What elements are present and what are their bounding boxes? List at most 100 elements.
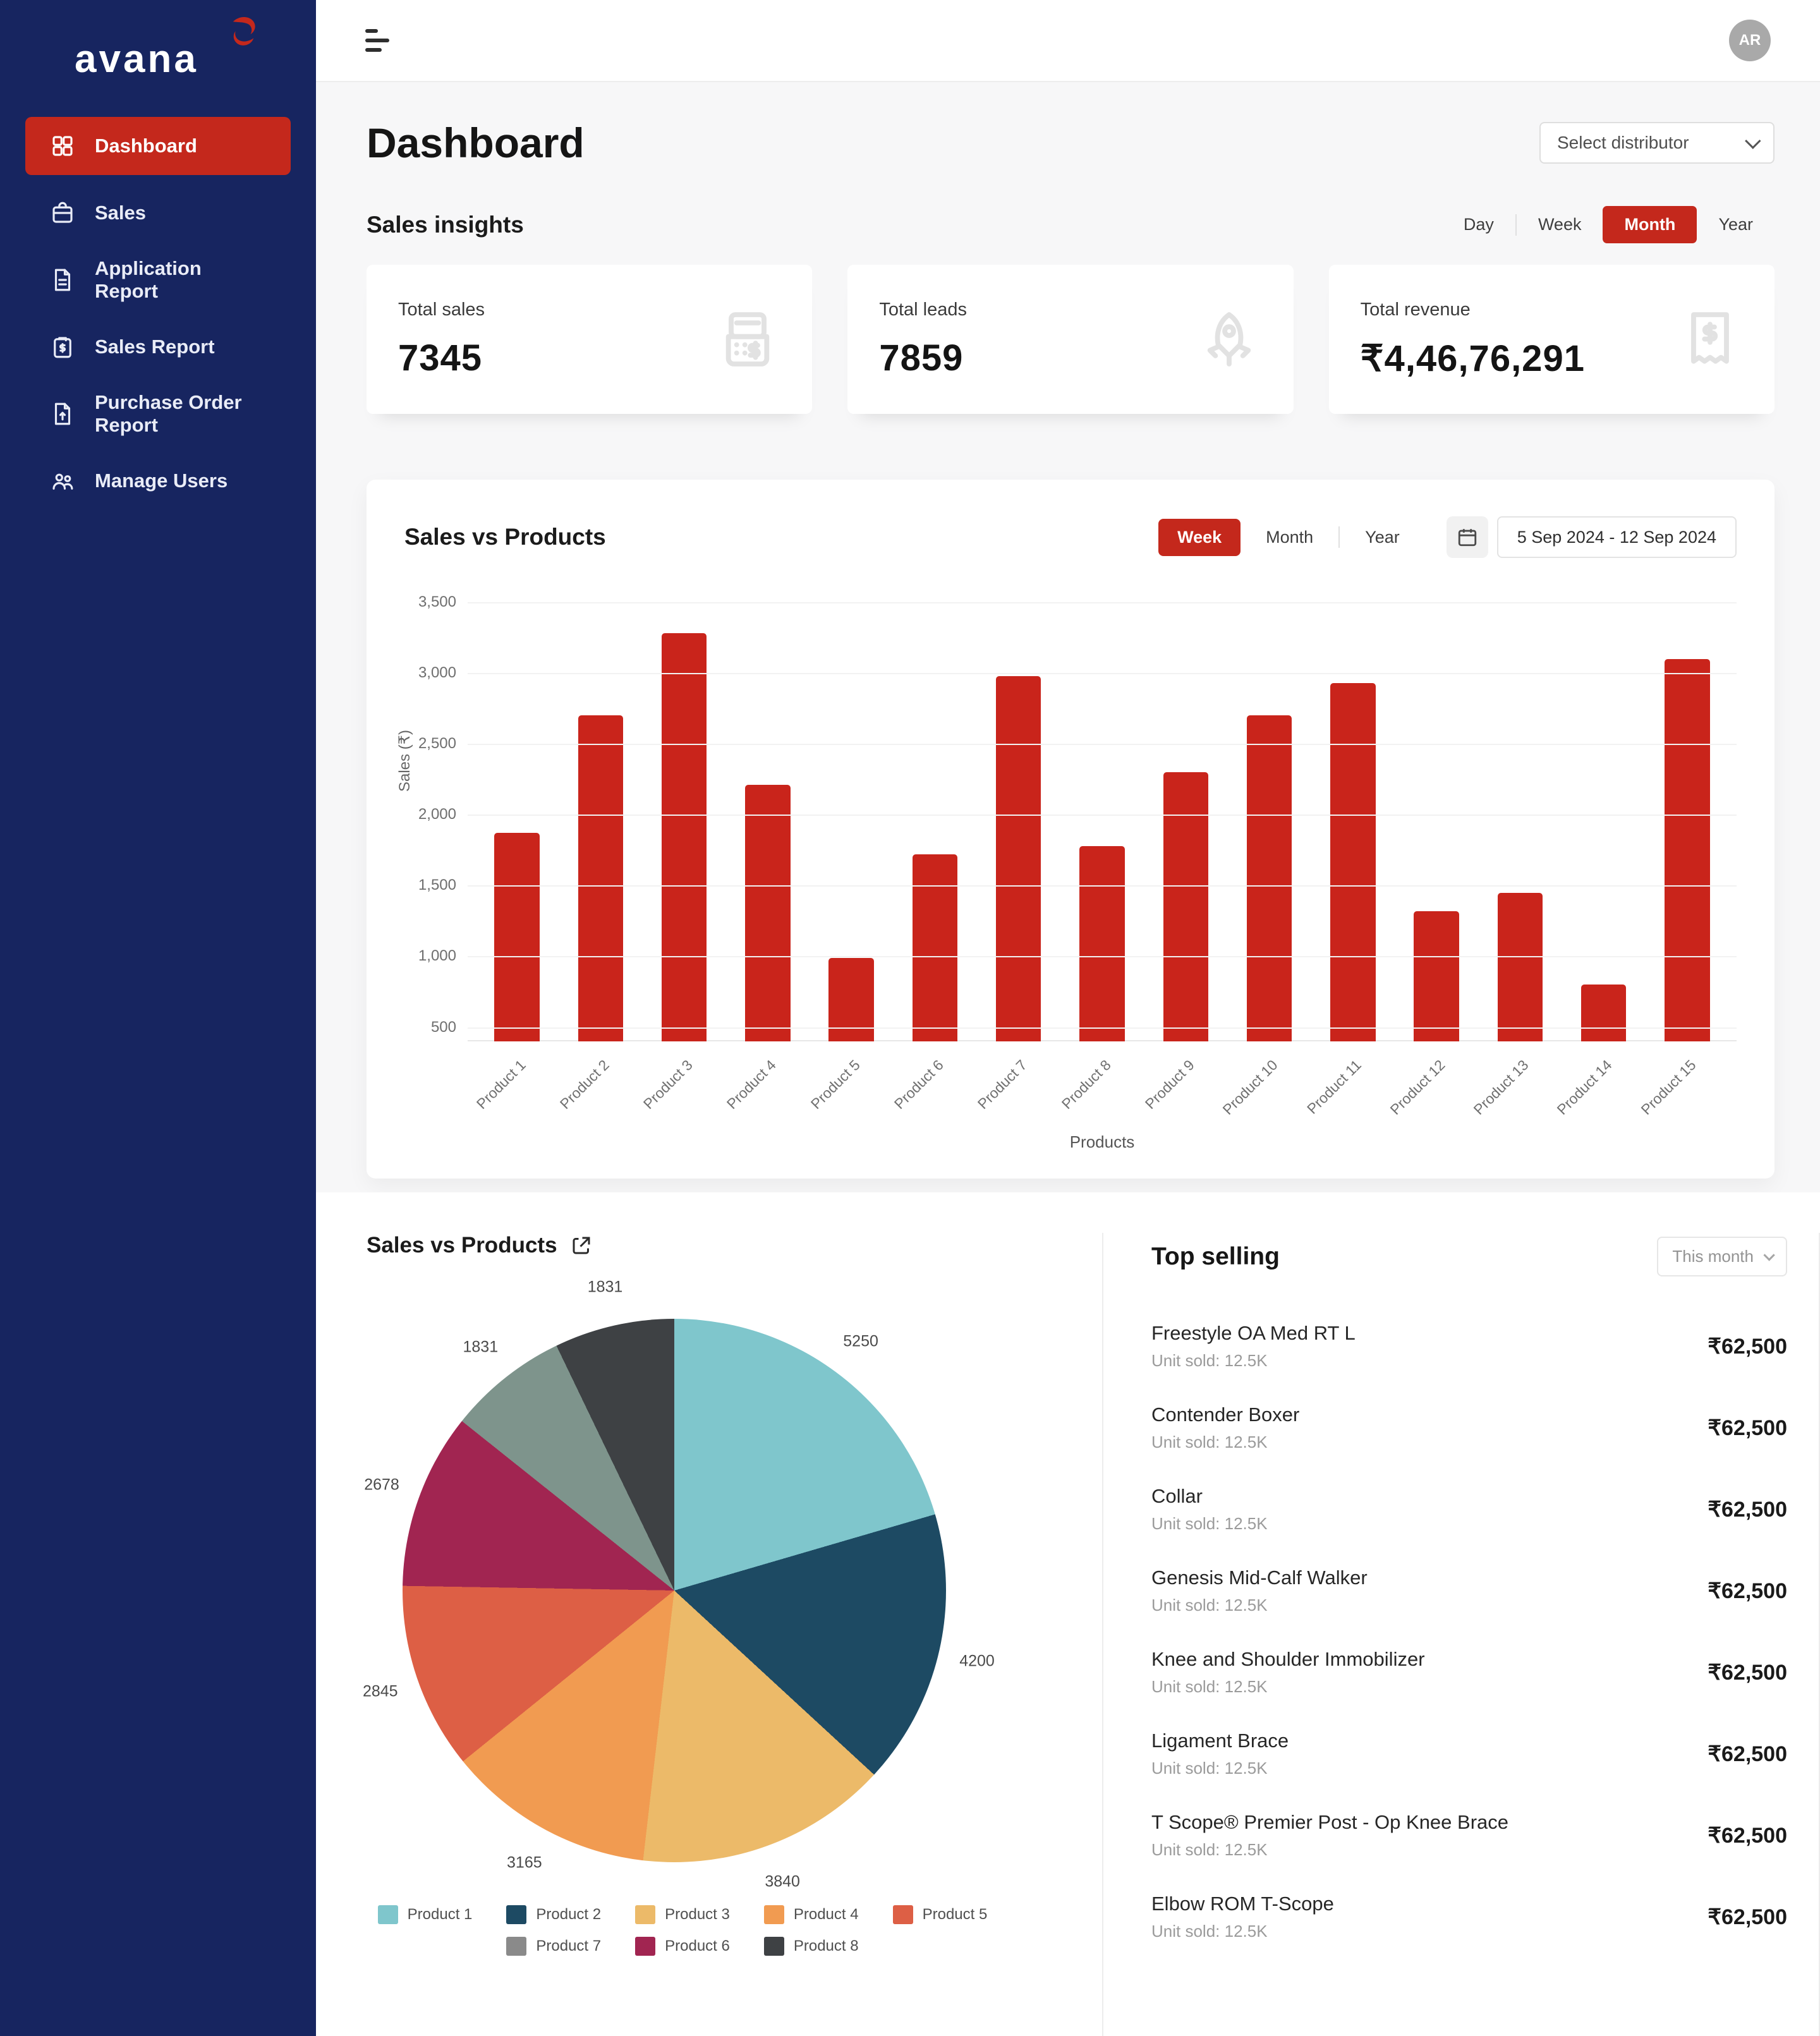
- y-tick-label: 2,500: [418, 735, 456, 753]
- product-price: ₹62,500: [1708, 1334, 1787, 1359]
- chevron-down-icon: [1745, 133, 1761, 148]
- calendar-icon: [1457, 526, 1478, 548]
- y-tick-label: 1,000: [418, 947, 456, 965]
- legend-swatch: [635, 1905, 655, 1924]
- gridline: [468, 673, 1737, 674]
- product-units: Unit sold: 12.5K: [1151, 1433, 1299, 1452]
- product-units: Unit sold: 12.5K: [1151, 1514, 1268, 1534]
- x-tick-label: Product 13: [1471, 1057, 1532, 1118]
- y-tick-label: 3,000: [418, 664, 456, 682]
- top-selling-panel: Top selling This month Freestyle OA Med …: [1102, 1233, 1820, 2036]
- legend-item-product-2: Product 2: [506, 1905, 601, 1924]
- bar-chart-tab-year[interactable]: Year: [1346, 519, 1419, 556]
- top-selling-filter-label: This month: [1672, 1247, 1754, 1266]
- sidebar-item-manage-users[interactable]: Manage Users: [25, 452, 291, 510]
- product-price: ₹62,500: [1708, 1579, 1787, 1604]
- product-units: Unit sold: 12.5K: [1151, 1351, 1356, 1371]
- pie-value-label-product-5: 2845: [363, 1683, 398, 1701]
- legend-item-product-3: Product 3: [635, 1905, 730, 1924]
- top-selling-item[interactable]: Contender Boxer Unit sold: 12.5K ₹62,500: [1151, 1387, 1787, 1469]
- insights-tab-month[interactable]: Month: [1603, 206, 1697, 243]
- x-tick-label: Product 3: [640, 1057, 696, 1113]
- pie-circle: [403, 1319, 946, 1862]
- bar-product-10[interactable]: [1247, 715, 1292, 1041]
- x-tick-label: Product 6: [891, 1057, 947, 1113]
- x-tick: Product 3: [643, 1041, 726, 1136]
- top-selling-item[interactable]: Genesis Mid-Calf Walker Unit sold: 12.5K…: [1151, 1550, 1787, 1632]
- sidebar-item-dashboard[interactable]: Dashboard: [25, 117, 291, 175]
- bar-chart-tab-month[interactable]: Month: [1247, 519, 1332, 556]
- distributor-select[interactable]: Select distributor: [1539, 122, 1774, 164]
- bar-product-13[interactable]: [1498, 893, 1543, 1041]
- insights-tab-week[interactable]: Week: [1517, 206, 1603, 243]
- bar-product-14[interactable]: [1581, 985, 1626, 1041]
- sidebar-item-purchase-order-report[interactable]: Purchase Order Report: [25, 385, 291, 443]
- bar-column-8: [1060, 602, 1144, 1041]
- bar-product-4[interactable]: [745, 785, 790, 1041]
- x-tick: Product 15: [1646, 1041, 1729, 1136]
- stat-card-total-leads: Total leads 7859: [847, 265, 1293, 414]
- sidebar-item-sales-report[interactable]: Sales Report: [25, 318, 291, 376]
- bar-column-2: [559, 602, 642, 1041]
- top-selling-item[interactable]: Collar Unit sold: 12.5K ₹62,500: [1151, 1469, 1787, 1550]
- x-tick: Product 5: [810, 1041, 893, 1136]
- bar-product-3[interactable]: [662, 633, 707, 1041]
- bar-product-5[interactable]: [828, 958, 873, 1041]
- date-range-input[interactable]: 5 Sep 2024 - 12 Sep 2024: [1497, 516, 1737, 558]
- avatar[interactable]: AR: [1729, 20, 1771, 61]
- bar-product-2[interactable]: [578, 715, 623, 1041]
- top-selling-item[interactable]: T Scope® Premier Post - Op Knee Brace Un…: [1151, 1795, 1787, 1876]
- bar-product-6[interactable]: [913, 854, 957, 1041]
- insights-period-tabs: DayWeekMonthYear: [1442, 206, 1774, 243]
- top-selling-item[interactable]: Elbow ROM T-Scope Unit sold: 12.5K ₹62,5…: [1151, 1876, 1787, 1958]
- page-header: Dashboard Select distributor: [367, 119, 1774, 167]
- sidebar-item-application-report[interactable]: Application Report: [25, 251, 291, 309]
- product-price: ₹62,500: [1708, 1415, 1787, 1441]
- bar-chart-tab-week[interactable]: Week: [1158, 519, 1241, 556]
- insights-tab-year[interactable]: Year: [1697, 206, 1774, 243]
- legend-row: Product 7 Product 6 Product 8: [367, 1937, 998, 1956]
- stat-label: Total revenue: [1361, 300, 1585, 320]
- product-units: Unit sold: 12.5K: [1151, 1596, 1368, 1615]
- top-selling-item[interactable]: Ligament Brace Unit sold: 12.5K ₹62,500: [1151, 1713, 1787, 1795]
- x-tick-label: Product 1: [473, 1057, 530, 1113]
- sidebar-item-label: Sales: [95, 202, 146, 224]
- legend-item-product-5: Product 5: [893, 1905, 988, 1924]
- bar-product-12[interactable]: [1414, 911, 1459, 1041]
- insights-tab-day[interactable]: Day: [1442, 206, 1515, 243]
- bar-column-4: [726, 602, 810, 1041]
- bar-product-7[interactable]: [996, 676, 1041, 1041]
- bar-product-8[interactable]: [1079, 846, 1124, 1041]
- pie-value-label-product-6: 2678: [364, 1476, 399, 1494]
- receipt-icon: [1677, 306, 1743, 372]
- x-tick-label: Product 2: [557, 1057, 613, 1113]
- calendar-button[interactable]: [1447, 516, 1488, 558]
- y-tick-label: 2,000: [418, 806, 456, 823]
- x-tick-label: Product 10: [1220, 1057, 1282, 1118]
- x-tick: Product 14: [1562, 1041, 1645, 1136]
- x-tick: Product 13: [1478, 1041, 1562, 1136]
- stat-text: Total leads 7859: [879, 300, 967, 379]
- bar-product-11[interactable]: [1330, 683, 1375, 1041]
- bar-column-3: [643, 602, 726, 1041]
- bar-product-1[interactable]: [494, 833, 539, 1041]
- stat-card-total-sales: Total sales 7345: [367, 265, 812, 414]
- top-selling-filter[interactable]: This month: [1657, 1237, 1787, 1276]
- bag-icon: [49, 200, 76, 226]
- x-tick: Product 8: [1060, 1041, 1144, 1136]
- chevron-down-icon: [1763, 1249, 1774, 1261]
- product-price: ₹62,500: [1708, 1660, 1787, 1685]
- external-link-icon[interactable]: [570, 1234, 593, 1257]
- legend-label: Product 5: [923, 1906, 988, 1924]
- top-selling-item[interactable]: Freestyle OA Med RT L Unit sold: 12.5K ₹…: [1151, 1306, 1787, 1387]
- stat-text: Total revenue ₹4,46,76,291: [1361, 300, 1585, 380]
- bar-product-9[interactable]: [1163, 772, 1208, 1041]
- top-selling-item-text: Genesis Mid-Calf Walker Unit sold: 12.5K: [1151, 1566, 1368, 1615]
- hamburger-menu-icon[interactable]: [365, 29, 389, 52]
- legend-label: Product 6: [665, 1937, 730, 1955]
- bar-card-controls: WeekMonth Year 5 Sep 2024 - 12 Sep 2024: [1158, 516, 1737, 558]
- sidebar-item-sales[interactable]: Sales: [25, 184, 291, 242]
- bar-column-10: [1227, 602, 1311, 1041]
- bar-product-15[interactable]: [1665, 659, 1709, 1041]
- top-selling-item[interactable]: Knee and Shoulder Immobilizer Unit sold:…: [1151, 1632, 1787, 1713]
